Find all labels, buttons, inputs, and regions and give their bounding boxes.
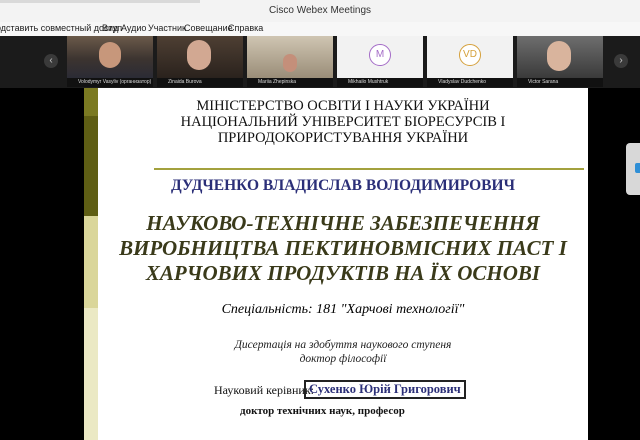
participant-strip: ‹ Volodymyr Vasyliv (организатор) Zinaid… <box>0 36 640 88</box>
strip-next-button[interactable]: › <box>614 54 628 68</box>
participant-video <box>517 36 603 78</box>
participant-tile[interactable]: VD Vladyslav Dudchenko <box>427 36 513 87</box>
dissertation-topic: НАУКОВО-ТЕХНІЧНЕ ЗАБЕЗПЕЧЕННЯ ВИРОБНИЦТВ… <box>98 211 588 286</box>
ministry-heading: МІНІСТЕРСТВО ОСВІТИ І НАУКИ УКРАЇНИ НАЦІ… <box>98 98 588 146</box>
ministry-line: МІНІСТЕРСТВО ОСВІТИ І НАУКИ УКРАЇНИ <box>196 98 490 114</box>
slide-decor-bar <box>84 308 98 440</box>
participant-name: Vladyslav Dudchenko <box>427 78 513 87</box>
participant-name: Victor Sarana <box>517 78 603 87</box>
title-bar-edge <box>0 0 200 3</box>
menu-audio[interactable]: Аудио <box>121 23 146 33</box>
degree-line: доктор філософії <box>299 353 387 365</box>
panel-toggle-icon <box>635 163 640 173</box>
window-title: Cisco Webex Meetings <box>268 5 372 16</box>
panel-toggle-tab[interactable] <box>626 143 640 195</box>
title-bar: Cisco Webex Meetings <box>0 0 640 22</box>
participant-video <box>67 36 153 78</box>
degree-line: Дисертація на здобуття наукового ступеня <box>234 339 452 351</box>
participant-face <box>283 54 297 72</box>
supervisor-label: Науковий керівник: <box>214 383 314 397</box>
strip-prev-button[interactable]: ‹ <box>44 54 58 68</box>
participant-name: Mariia Zhepinska <box>247 78 333 87</box>
ministry-line: ПРИРОДОКОРИСТУВАННЯ УКРАЇНИ <box>217 130 469 146</box>
participant-face <box>187 40 211 70</box>
slide-decor-bar <box>84 88 98 116</box>
menu-participant[interactable]: Участник <box>148 23 186 33</box>
slide-divider <box>154 168 584 170</box>
participant-tile[interactable]: Victor Sarana <box>517 36 603 87</box>
participant-name: Volodymyr Vasyliv (организатор) <box>67 78 153 87</box>
participant-avatar: VD <box>459 44 481 66</box>
participant-tile[interactable]: Mariia Zhepinska <box>247 36 333 87</box>
menu-bar: одставить совместный доступ Вид Аудио Уч… <box>0 22 640 36</box>
menu-meeting[interactable]: Совещание <box>184 23 233 33</box>
participant-name: Mikhailo Mushtruk <box>337 78 423 87</box>
topic-line: НАУКОВО-ТЕХНІЧНЕ ЗАБЕЗПЕЧЕННЯ <box>146 211 540 235</box>
slide-decor-bar <box>84 216 98 308</box>
topic-line: ВИРОБНИЦТВА ПЕКТИНОВМІСНИХ ПАСТ І <box>119 236 567 260</box>
participant-video <box>247 36 333 78</box>
participant-tile[interactable]: Zinaida Burova <box>157 36 243 87</box>
participant-face <box>99 42 121 68</box>
dissertation-degree: Дисертація на здобуття наукового ступеня… <box>98 338 588 366</box>
slide-decor-bar <box>84 116 98 216</box>
participant-tile[interactable]: M Mikhailo Mushtruk <box>337 36 423 87</box>
supervisor-name: Сухенко Юрій Григорович <box>304 380 466 399</box>
menu-view[interactable]: Вид <box>102 23 118 33</box>
participant-avatar: M <box>369 44 391 66</box>
specialty: Спеціальність: 181 "Харчові технології" <box>221 302 465 317</box>
participant-name: Zinaida Burova <box>157 78 243 87</box>
participant-face <box>547 41 571 71</box>
participant-tile[interactable]: Volodymyr Vasyliv (организатор) <box>67 36 153 87</box>
supervisor-degree: доктор технічних наук, професор <box>240 405 405 417</box>
shared-slide: МІНІСТЕРСТВО ОСВІТИ І НАУКИ УКРАЇНИ НАЦІ… <box>84 88 588 440</box>
ministry-line: НАЦІОНАЛЬНИЙ УНІВЕРСИТЕТ БІОРЕСУРСІВ І <box>180 114 506 130</box>
participant-video <box>157 36 243 78</box>
menu-help[interactable]: Справка <box>228 23 263 33</box>
topic-line: ХАРЧОВИХ ПРОДУКТІВ НА ЇХ ОСНОВІ <box>145 261 541 285</box>
author-name: ДУДЧЕНКО ВЛАДИСЛАВ ВОЛОДИМИРОВИЧ <box>171 177 515 194</box>
